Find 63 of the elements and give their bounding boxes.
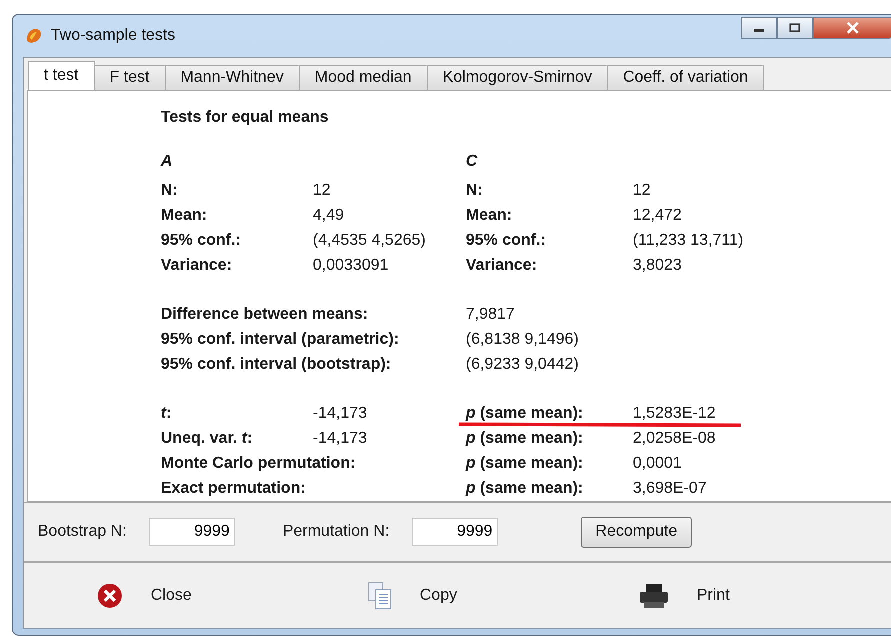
- parameter-label: Permutation N:: [282, 523, 390, 541]
- printer-icon[interactable]: [639, 582, 669, 608]
- p-value: 2,0258E-08: [633, 430, 716, 448]
- number-field[interactable]: 9999: [412, 518, 498, 546]
- p-label: p (same mean):: [466, 454, 584, 472]
- close-icon[interactable]: [846, 22, 860, 34]
- tab[interactable]: Kolmogorov-Smirnov: [426, 65, 608, 90]
- tab[interactable]: Mood median: [298, 65, 428, 90]
- test-statistic: -14,173: [313, 430, 368, 448]
- section-heading: Tests for equal means: [161, 109, 330, 127]
- stat-value: (4,4535 4,5265): [313, 232, 426, 250]
- window-title: Two-sample tests: [51, 27, 176, 45]
- p-value: 0,0001: [633, 454, 682, 472]
- stat-label: Variance:: [161, 256, 234, 274]
- stat-value: 0,0033091: [313, 256, 389, 274]
- maximize-icon[interactable]: [789, 23, 801, 33]
- stat-value: 4,49: [313, 206, 344, 224]
- tab[interactable]: Coeff. of variation: [607, 65, 764, 90]
- stat-value: 3,8023: [633, 256, 682, 274]
- action-label[interactable]: Print: [697, 586, 730, 604]
- tab[interactable]: F test: [94, 65, 166, 90]
- stat-label: N:: [466, 182, 484, 200]
- test-label: Exact permutation:: [161, 480, 307, 498]
- p-label: p (same mean):: [466, 480, 584, 498]
- test-label: t:: [161, 404, 173, 422]
- test-statistic: -14,173: [313, 404, 368, 422]
- action-label[interactable]: Close: [151, 586, 192, 604]
- number-field[interactable]: 9999: [148, 518, 235, 546]
- tab[interactable]: Mann-Whitnev: [164, 65, 300, 90]
- sample-name: A: [161, 153, 174, 172]
- maximize-button[interactable]: [777, 17, 813, 39]
- stat-label: 95% conf.:: [466, 232, 548, 250]
- parameter-label: Bootstrap N:: [38, 523, 127, 541]
- p-label: p (same mean):: [466, 404, 584, 422]
- recompute-button[interactable]: Recompute: [580, 516, 692, 548]
- stat-value: (6,9233 9,0442): [466, 356, 579, 374]
- stat-label: Difference between means:: [161, 306, 370, 324]
- stat-label: N:: [161, 182, 179, 200]
- stat-value: (6,8138 9,1496): [466, 330, 579, 348]
- documents-icon[interactable]: [368, 582, 392, 610]
- stat-label: 95% conf. interval (parametric):: [161, 330, 400, 348]
- test-label: Uneq. var. t:: [161, 430, 254, 448]
- stat-label: 95% conf.:: [161, 232, 242, 250]
- p-value: 3,698E-07: [633, 480, 707, 498]
- stat-value: 12: [313, 182, 331, 200]
- stat-value: 12,472: [633, 206, 682, 224]
- stat-value: (11,233 13,711): [633, 232, 744, 250]
- close-button[interactable]: [813, 17, 891, 39]
- p-label: p (same mean):: [466, 430, 584, 448]
- sample-name: C: [466, 153, 479, 172]
- stat-label: Mean:: [466, 206, 514, 224]
- stat-label: Variance:: [466, 256, 538, 274]
- close-icon[interactable]: [97, 582, 123, 608]
- app-icon: [25, 27, 43, 45]
- action-label[interactable]: Copy: [420, 586, 458, 604]
- stat-label: 95% conf. interval (bootstrap):: [161, 356, 392, 374]
- tab[interactable]: t test: [28, 61, 95, 90]
- stat-value: 12: [633, 182, 651, 200]
- p-value: 1,5283E-12: [633, 404, 716, 422]
- test-label: Monte Carlo permutation:: [161, 454, 357, 472]
- stat-value: 7,9817: [466, 306, 515, 324]
- stat-label: Mean:: [161, 206, 208, 224]
- minimize-button[interactable]: [741, 17, 777, 39]
